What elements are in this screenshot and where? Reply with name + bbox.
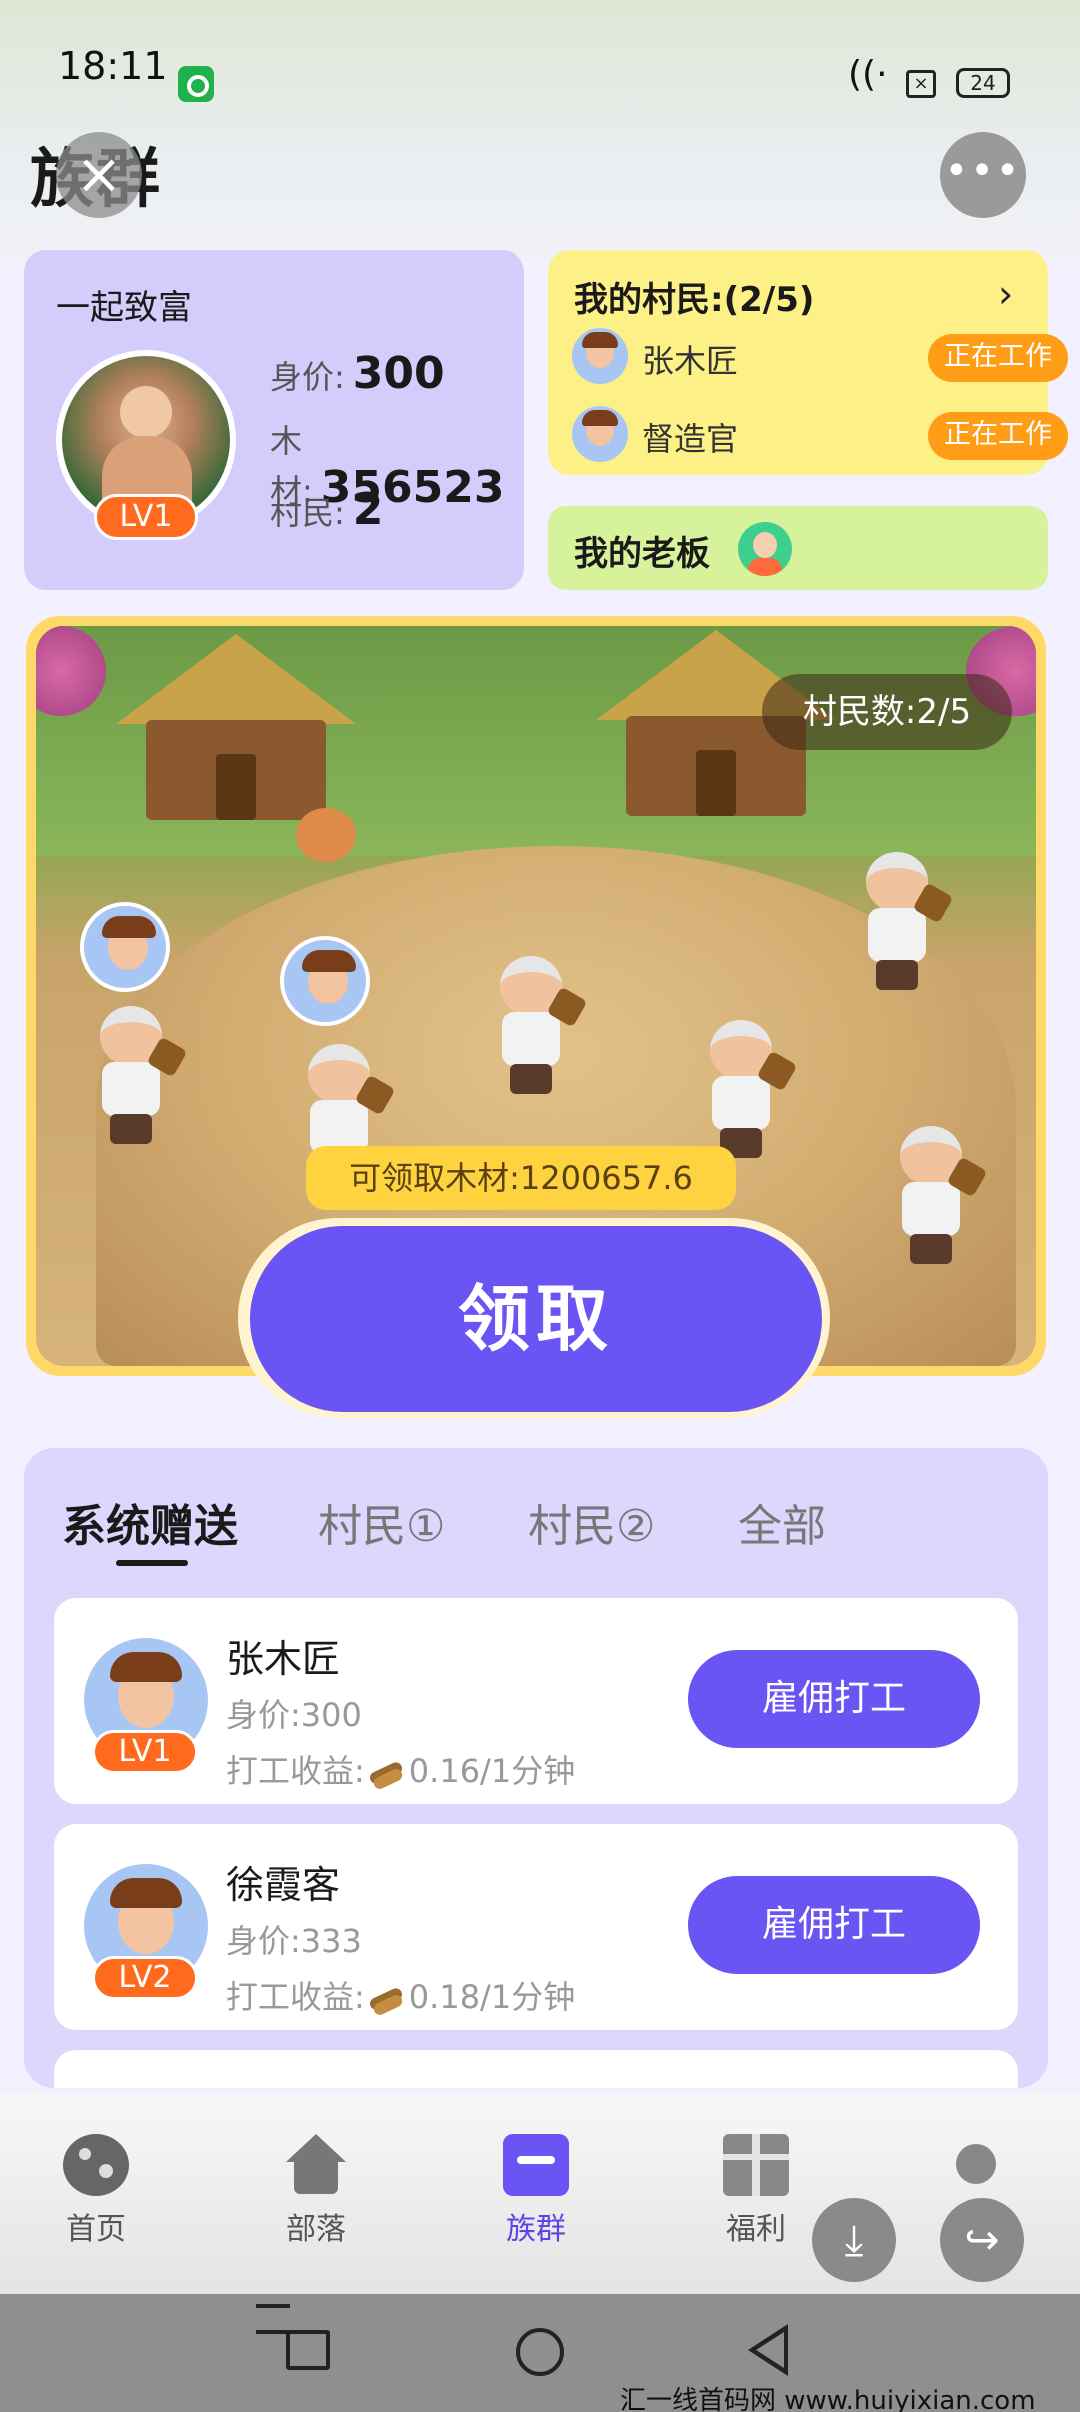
worker-icon xyxy=(886,1126,988,1266)
download-button[interactable]: ⤓ xyxy=(812,2198,896,2282)
villager-name: 督造官 xyxy=(642,420,739,458)
battery-icon: 24 xyxy=(956,68,1010,98)
villager-name: 张木匠 xyxy=(642,342,739,380)
stat-label: 村民: xyxy=(270,494,345,532)
villager-name: 徐霞客 xyxy=(226,1863,341,1907)
tab-villager-2[interactable]: 村民② xyxy=(528,1490,655,1554)
more-button[interactable]: ••• xyxy=(940,132,1026,218)
nav-label: 族群 xyxy=(506,2212,566,2247)
tab-indicator xyxy=(116,1560,188,1566)
working-status-badge: 正在工作 xyxy=(928,334,1068,382)
stat-label: 身价: xyxy=(270,358,345,396)
nav-label: 部落 xyxy=(286,2212,346,2247)
boss-avatar xyxy=(738,522,792,576)
my-villagers-title: 我的村民:(2/5) xyxy=(574,280,815,320)
chevron-right-icon: › xyxy=(998,272,1014,316)
sim-icon: × xyxy=(906,70,936,98)
working-status-badge: 正在工作 xyxy=(928,412,1068,460)
profile-card: 一起致富 LV1 身价: 300 木材: 356523 村民: 2 xyxy=(24,250,524,590)
home-icon xyxy=(63,2134,129,2196)
earn-value: 0.18/1分钟 xyxy=(408,1978,576,2016)
villager-avatar xyxy=(572,328,628,384)
my-boss-title: 我的老板 xyxy=(574,534,710,574)
my-boss-card[interactable]: 我的老板 xyxy=(548,506,1048,590)
tribe-icon xyxy=(283,2134,349,2196)
worker-icon xyxy=(852,852,954,992)
tab-all[interactable]: 全部 xyxy=(738,1490,826,1554)
list-item: LV1 张木匠 身价:300 打工收益: 0.16/1分钟 雇佣打工 xyxy=(54,1598,1018,1804)
villager-bubble-avatar[interactable] xyxy=(280,936,370,1026)
recent-apps-lines-icon xyxy=(256,2304,290,2334)
hire-button[interactable]: 雇佣打工 xyxy=(688,1876,980,1974)
level-badge: LV2 xyxy=(92,1956,198,2000)
worker-icon xyxy=(86,1006,188,1146)
earn-label: 打工收益: xyxy=(226,1978,365,2016)
villager-count-badge: 村民数:2/5 xyxy=(762,674,1012,750)
status-bar: 18:11 ((· × 24 xyxy=(0,18,1080,118)
earn-value: 0.16/1分钟 xyxy=(408,1752,576,1790)
stat-value: 300 xyxy=(352,348,445,399)
villager-row[interactable]: 督造官 正在工作 xyxy=(572,406,1068,466)
villager-earnings: 打工收益: 0.18/1分钟 xyxy=(226,1972,575,2018)
close-button[interactable]: × xyxy=(56,132,142,218)
more-icon: ••• xyxy=(944,148,1022,194)
wood-icon xyxy=(367,1759,407,1787)
claimable-wood-label: 可领取木材:1200657.6 xyxy=(306,1146,736,1210)
nav-welfare[interactable]: 福利 xyxy=(686,2134,826,2248)
villager-earnings: 打工收益: 0.16/1分钟 xyxy=(226,1746,575,1792)
profile-icon xyxy=(943,2144,1009,2206)
stat-price: 身价: 300 xyxy=(270,348,445,399)
share-icon: ↪ xyxy=(964,2215,1000,2264)
hut-icon xyxy=(116,634,356,824)
share-button[interactable]: ↪ xyxy=(940,2198,1024,2282)
profile-name: 一起致富 xyxy=(56,288,192,328)
nav-home[interactable]: 首页 xyxy=(26,2134,166,2248)
villager-name: 张木匠 xyxy=(226,1637,341,1681)
villager-bubble-avatar[interactable] xyxy=(80,902,170,992)
gift-icon xyxy=(723,2134,789,2196)
nav-label: 福利 xyxy=(726,2212,786,2247)
clan-icon xyxy=(503,2134,569,2196)
level-badge: LV1 xyxy=(94,494,198,540)
worker-icon xyxy=(486,956,588,1096)
worker-icon xyxy=(696,1020,798,1160)
villager-price: 身价:300 xyxy=(226,1696,362,1734)
home-button-icon[interactable] xyxy=(516,2328,564,2376)
my-villagers-card[interactable]: 我的村民:(2/5) › 张木匠 正在工作 督造官 正在工作 xyxy=(548,250,1068,475)
villager-avatar xyxy=(572,406,628,462)
basket-icon xyxy=(296,808,356,862)
claim-button[interactable]: 领取 xyxy=(250,1226,822,1412)
list-item xyxy=(54,2050,1018,2088)
villager-price: 身价:333 xyxy=(226,1922,362,1960)
hire-button[interactable]: 雇佣打工 xyxy=(688,1650,980,1748)
tab-bar: 系统赠送 村民① 村民② 全部 xyxy=(24,1448,1048,1578)
close-icon: × xyxy=(75,142,123,207)
recent-apps-icon[interactable] xyxy=(286,2330,330,2370)
nav-tribe[interactable]: 部落 xyxy=(246,2134,386,2248)
stat-value: 2 xyxy=(352,484,384,535)
villager-row[interactable]: 张木匠 正在工作 xyxy=(572,328,1068,388)
wifi-icon: ((· xyxy=(848,54,888,95)
bottom-nav: 首页 部落 族群 福利 我的 ⤓ ↪ xyxy=(0,2094,1080,2294)
nav-label: 首页 xyxy=(66,2212,126,2247)
list-item: LV2 徐霞客 身价:333 打工收益: 0.18/1分钟 雇佣打工 xyxy=(54,1824,1018,2030)
nav-clan[interactable]: 族群 xyxy=(466,2134,606,2248)
level-badge: LV1 xyxy=(92,1730,198,1774)
watermark: 汇一线首码网 www.huiyixian.com xyxy=(620,2386,1036,2412)
earn-label: 打工收益: xyxy=(226,1752,365,1790)
app-notification-icon xyxy=(178,66,214,102)
wood-icon xyxy=(367,1985,407,2013)
tab-villager-1[interactable]: 村民① xyxy=(318,1490,445,1554)
status-time: 18:11 xyxy=(58,44,168,88)
villager-list-panel: 系统赠送 村民① 村民② 全部 LV1 张木匠 身价:300 打工收益: 0.16… xyxy=(24,1448,1048,2088)
stat-villagers: 村民: 2 xyxy=(270,484,383,535)
download-icon: ⤓ xyxy=(844,2215,864,2264)
tab-system-gift[interactable]: 系统赠送 xyxy=(62,1490,238,1554)
back-icon-inner xyxy=(756,2332,784,2368)
